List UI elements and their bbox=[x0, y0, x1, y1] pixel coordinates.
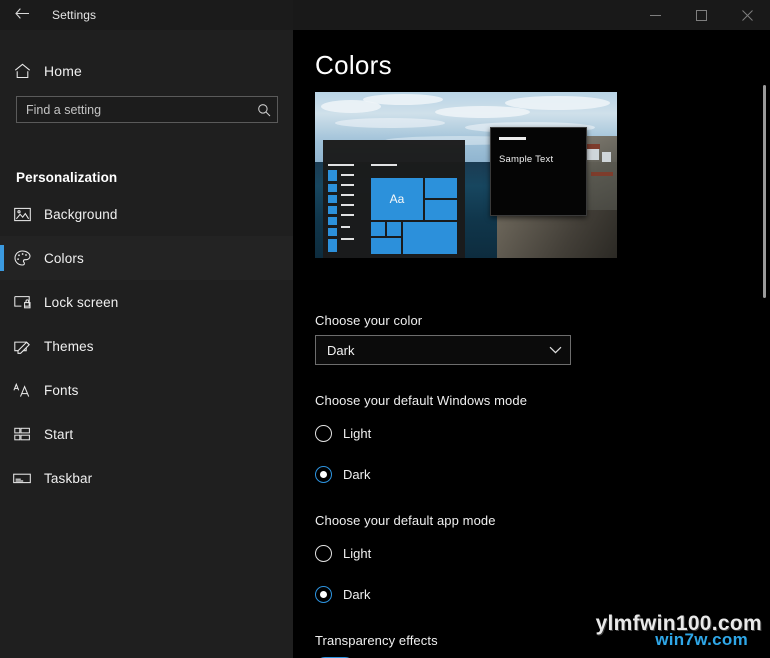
sidebar-item-label-start: Start bbox=[44, 426, 74, 442]
sidebar-item-start[interactable]: Start bbox=[0, 412, 293, 456]
preview-sample-window: Sample Text bbox=[490, 127, 587, 216]
sidebar-item-label-taskbar: Taskbar bbox=[44, 470, 93, 486]
choose-color-label: Choose your color bbox=[315, 313, 423, 328]
preview-roof bbox=[585, 144, 600, 149]
preview-tile bbox=[371, 238, 401, 254]
preview-tile-title-line bbox=[371, 164, 397, 166]
sidebar-item-label-colors: Colors bbox=[44, 250, 84, 266]
app-mode-dark-label: Dark bbox=[343, 586, 371, 602]
preview-tile bbox=[403, 222, 457, 254]
preview-start-title-line bbox=[328, 164, 354, 166]
preview-cloud bbox=[335, 118, 445, 128]
preview-cloud bbox=[435, 106, 530, 118]
sidebar-item-label-fonts: Fonts bbox=[44, 382, 79, 398]
preview-start-rail bbox=[328, 170, 337, 252]
preview-sample-text: Sample Text bbox=[499, 154, 554, 165]
preview-tile bbox=[387, 222, 401, 236]
themes-icon bbox=[0, 339, 44, 354]
preview-house bbox=[602, 152, 611, 162]
content-scrollbar-thumb[interactable] bbox=[763, 85, 766, 298]
search-input[interactable] bbox=[17, 97, 251, 122]
choose-color-dropdown[interactable]: Dark bbox=[315, 335, 571, 365]
radio-checked-icon bbox=[315, 585, 332, 603]
close-icon bbox=[741, 9, 753, 21]
back-arrow-icon bbox=[14, 7, 30, 23]
fonts-icon bbox=[0, 382, 44, 398]
minimize-button[interactable] bbox=[632, 0, 678, 30]
palette-icon bbox=[0, 250, 44, 266]
sidebar-section-title: Personalization bbox=[16, 170, 118, 185]
radio-checked-icon bbox=[315, 465, 332, 483]
search-icon[interactable] bbox=[251, 103, 277, 117]
content-scrollbar[interactable] bbox=[756, 30, 770, 658]
preview-start-line bbox=[341, 184, 354, 186]
transparency-label: Transparency effects bbox=[315, 633, 438, 648]
taskbar-icon bbox=[0, 472, 44, 485]
windows-mode-label: Choose your default Windows mode bbox=[315, 393, 528, 408]
sidebar-item-label-home: Home bbox=[44, 63, 82, 79]
window-controls bbox=[632, 0, 770, 30]
sidebar-item-label-themes: Themes bbox=[44, 338, 94, 354]
search-box[interactable] bbox=[16, 96, 278, 123]
windows-mode-radio-light[interactable]: Light bbox=[315, 422, 371, 444]
radio-unchecked-icon bbox=[315, 544, 332, 562]
windows-mode-light-label: Light bbox=[343, 425, 372, 441]
maximize-button[interactable] bbox=[678, 0, 724, 30]
preview-shore bbox=[497, 210, 617, 258]
sidebar-item-lock-screen[interactable]: Lock screen bbox=[0, 280, 293, 324]
preview-roof bbox=[591, 172, 613, 176]
app-mode-label: Choose your default app mode bbox=[315, 513, 496, 528]
sidebar-nav-list: Background Colors Lock screen Themes Fon… bbox=[0, 192, 293, 500]
preview-tile bbox=[425, 178, 457, 198]
sidebar-item-fonts[interactable]: Fonts bbox=[0, 368, 293, 412]
choose-color-value: Dark bbox=[327, 342, 355, 358]
settings-window: Settings Home Find a setting Personaliza… bbox=[0, 0, 770, 658]
sidebar-item-colors[interactable]: Colors bbox=[0, 236, 293, 280]
preview-tile-grid: Aa bbox=[371, 178, 457, 254]
sidebar-item-background[interactable]: Background bbox=[0, 192, 293, 236]
app-mode-radio-dark[interactable]: Dark bbox=[315, 583, 370, 605]
sidebar-item-home[interactable]: Home bbox=[0, 54, 293, 88]
sidebar-item-themes[interactable]: Themes bbox=[0, 324, 293, 368]
preview-start-line bbox=[341, 226, 350, 228]
sidebar-item-label-background: Background bbox=[44, 206, 118, 222]
app-mode-light-label: Light bbox=[343, 545, 372, 561]
minimize-icon bbox=[649, 10, 661, 21]
chevron-down-icon bbox=[540, 346, 570, 354]
preview-cloud bbox=[505, 96, 610, 110]
preview-start-menu: Aa bbox=[323, 140, 465, 258]
back-button[interactable] bbox=[8, 3, 36, 27]
page-title: Colors bbox=[315, 50, 392, 80]
title-bar-left-region bbox=[0, 0, 293, 30]
preview-tile bbox=[371, 222, 385, 236]
preview-start-line bbox=[341, 204, 354, 206]
preview-tile-aa: Aa bbox=[371, 178, 423, 220]
home-icon bbox=[0, 63, 44, 79]
image-icon bbox=[0, 207, 44, 222]
windows-mode-dark-label: Dark bbox=[343, 466, 371, 482]
sidebar: Home Personalization Backgro bbox=[0, 30, 293, 658]
radio-unchecked-icon bbox=[315, 424, 332, 442]
preview-cloud bbox=[363, 94, 443, 105]
maximize-icon bbox=[695, 9, 707, 21]
content-pane: Colors Aa Sample Text Choose your color … bbox=[293, 30, 770, 658]
preview-start-line bbox=[341, 194, 354, 196]
app-mode-radio-light[interactable]: Light bbox=[315, 542, 371, 564]
title-bar: Settings bbox=[0, 0, 770, 30]
preview-house bbox=[586, 148, 599, 160]
close-button[interactable] bbox=[724, 0, 770, 30]
color-preview: Aa Sample Text bbox=[315, 92, 617, 258]
window-title: Settings bbox=[52, 8, 97, 22]
sidebar-item-taskbar[interactable]: Taskbar bbox=[0, 456, 293, 500]
preview-sample-title-line bbox=[499, 137, 526, 140]
preview-start-line bbox=[341, 238, 354, 240]
lock-screen-icon bbox=[0, 295, 44, 310]
preview-start-line bbox=[341, 174, 354, 176]
start-icon bbox=[0, 427, 44, 442]
preview-tile-text: Aa bbox=[389, 192, 405, 206]
sidebar-item-label-lock-screen: Lock screen bbox=[44, 294, 119, 310]
windows-mode-radio-dark[interactable]: Dark bbox=[315, 463, 370, 485]
preview-start-line bbox=[341, 214, 354, 216]
preview-tile bbox=[425, 200, 457, 220]
